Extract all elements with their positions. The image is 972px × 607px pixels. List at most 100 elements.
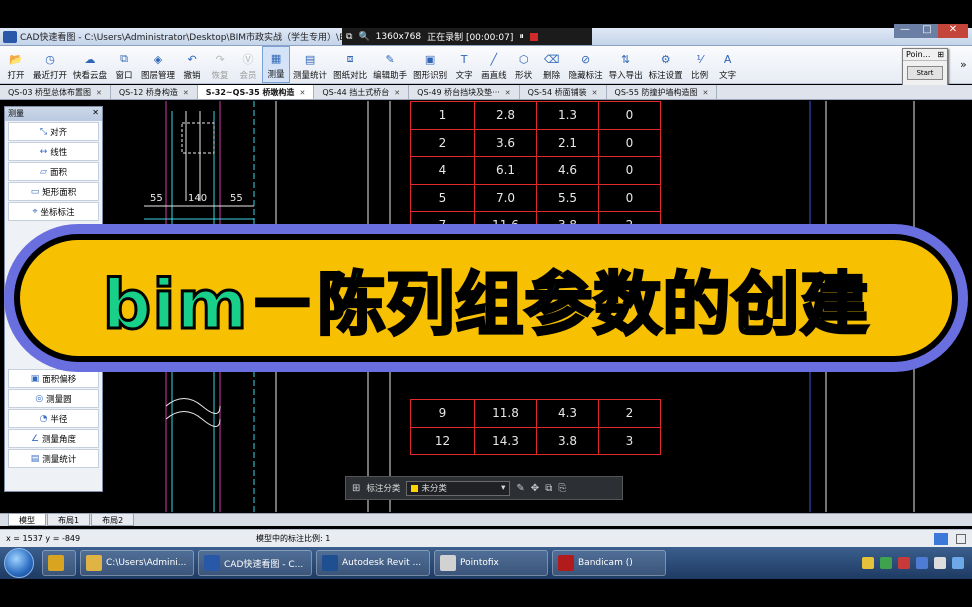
tab-label: QS-03 桥型总体布置图 [8, 88, 91, 97]
tab-2[interactable]: S-32~QS-35 桥墩构造 ✕ [197, 85, 315, 99]
taskbar-item-0[interactable] [42, 550, 76, 576]
measure-tool-label: 对齐 [50, 127, 68, 138]
maximize-button[interactable]: □ [916, 24, 938, 38]
tray-icon-5[interactable] [934, 557, 946, 569]
toolbar-button-12[interactable]: ▣ 图形识别 [410, 46, 450, 83]
recorder-pause-icon[interactable]: ⏸ [519, 32, 524, 42]
toolbar-button-16[interactable]: ⌫ 删除 [538, 46, 566, 83]
taskbar-item-5[interactable]: Bandicam () [552, 550, 666, 576]
toolbar-button-11[interactable]: ✎ 编辑助手 [370, 46, 410, 83]
move-icon[interactable]: ✥ [531, 483, 539, 494]
measure-tool-icon: ∠ [30, 433, 40, 444]
eraser-icon: ⌫ [543, 52, 560, 66]
toolbar-button-13[interactable]: T 文字 [450, 46, 478, 83]
toolbar-button-10[interactable]: ⧈ 图纸对比 [330, 46, 370, 83]
toolbar-button-18[interactable]: ⇅ 导入导出 [606, 46, 646, 83]
measure-tool-label: 线性 [50, 147, 68, 158]
category-select[interactable]: 未分类 ▾ [406, 480, 511, 496]
toolbar-label: 最近打开 [33, 71, 68, 81]
window-icon: ⧉ [120, 52, 128, 65]
status-expand-icon[interactable] [956, 533, 966, 544]
tab-close-icon[interactable]: ✕ [394, 89, 400, 97]
window-controls: — □ ✕ [894, 24, 968, 38]
tab-close-icon[interactable]: ✕ [703, 89, 709, 97]
toolbar-label: 图层管理 [141, 71, 176, 81]
tray-icon-2[interactable] [880, 557, 892, 569]
status-settings-icon[interactable] [934, 532, 948, 545]
layout-tab-1[interactable]: 布局1 [47, 514, 91, 526]
toolbar-label: 恢复 [211, 71, 229, 81]
volume-icon[interactable] [952, 557, 964, 569]
toolbar-button-9[interactable]: ▤ 测量统计 [290, 46, 330, 83]
measure-tool-items_top-1[interactable]: ↔ 线性 [8, 142, 99, 161]
toolbar-button-4[interactable]: ◈ 图层管理 [138, 46, 178, 83]
copy-icon[interactable]: ⧉ [545, 483, 552, 494]
toolbar-button-2[interactable]: ☁ 快看云盘 [70, 46, 110, 83]
taskbar: C:\Users\Admini... CAD快速看图 - C... Autodesk… [0, 547, 972, 579]
toolbar-button-3[interactable]: ⧉ 窗口 [110, 46, 138, 83]
pointofix-start-button[interactable]: Start [907, 66, 943, 80]
paste-icon[interactable]: ⎘ [558, 483, 566, 494]
toolbar-button-0[interactable]: 📂 打开 [2, 46, 30, 83]
taskbar-item-3[interactable]: Autodesk Revit ... [316, 550, 430, 576]
toolbar-button-15[interactable]: ⬡ 形状 [510, 46, 538, 83]
measure-tool-label: 半径 [50, 414, 68, 425]
toolbar-button-6[interactable]: ↷ 恢复 [206, 46, 234, 83]
measure-tool-items_bottom-3[interactable]: ∠ 测量角度 [8, 429, 99, 448]
tab-close-icon[interactable]: ✕ [505, 89, 511, 97]
measure-tool-items_bottom-4[interactable]: ▤ 测量统计 [8, 449, 99, 468]
bottom-letterbox [0, 579, 972, 607]
toolbar-button-5[interactable]: ↶ 撤销 [178, 46, 206, 83]
edit-icon[interactable]: ✎ [516, 483, 524, 494]
clock-icon: ◷ [45, 52, 55, 66]
toolbar-label: 测量统计 [293, 71, 328, 81]
taskbar-item-2[interactable]: CAD快速看图 - C... [198, 550, 312, 576]
tab-close-icon[interactable]: ✕ [183, 89, 189, 97]
toolbar-button-1[interactable]: ◷ 最近打开 [30, 46, 70, 83]
measure-tool-items_bottom-2[interactable]: ◔ 半径 [8, 409, 99, 428]
tray-icon-4[interactable] [916, 557, 928, 569]
tab-0[interactable]: QS-03 桥型总体布置图 ✕ [0, 85, 111, 99]
toolbar-button-17[interactable]: ⊘ 隐藏标注 [566, 46, 606, 83]
measure-tool-items_top-3[interactable]: ▭ 矩形面积 [8, 182, 99, 201]
recorder-stop-button[interactable] [529, 32, 538, 41]
panel-close-icon[interactable]: ✕ [92, 108, 99, 120]
tab-5[interactable]: QS-54 桥面铺装 ✕ [520, 85, 607, 99]
tab-6[interactable]: QS-55 防撞护墙构造图 ✕ [607, 85, 718, 99]
toolbar-button-21[interactable]: A 文字 [714, 46, 742, 83]
table-cell: 0 [598, 156, 661, 185]
measure-tool-items_top-2[interactable]: ▱ 面积 [8, 162, 99, 181]
minimize-button[interactable]: — [894, 24, 916, 38]
measure-tool-items_top-0[interactable]: ⤡ 对齐 [8, 122, 99, 141]
recorder-resolution: 1360x768 [375, 31, 422, 42]
taskbar-item-1[interactable]: C:\Users\Admini... [80, 550, 194, 576]
tab-close-icon[interactable]: ✕ [592, 89, 598, 97]
tab-1[interactable]: QS-12 桥身构造 ✕ [111, 85, 198, 99]
measure-tool-items_bottom-1[interactable]: ◎ 测量圆 [8, 389, 99, 408]
start-button[interactable] [4, 548, 34, 578]
recorder-window-icon[interactable]: ⧉ [346, 32, 352, 42]
layout-tab-2[interactable]: 布局2 [91, 514, 135, 526]
tab-close-icon[interactable]: ✕ [299, 89, 305, 97]
tray-icon-3[interactable] [898, 557, 910, 569]
toolbar-button-20[interactable]: ⅟ 比例 [686, 46, 714, 83]
tab-4[interactable]: QS-49 桥台挡块及垫··· ✕ [409, 85, 520, 99]
pointofix-close-icon[interactable]: ⊞ [937, 50, 944, 59]
table-cell: 1 [410, 101, 475, 130]
toolbar-button-7[interactable]: Ⓥ 会员 [234, 46, 262, 83]
toolbar-button-8[interactable]: ▦ 测量 [262, 46, 291, 83]
taskbar-item-4[interactable]: Pointofix [434, 550, 548, 576]
toolbar-label: 导入导出 [608, 71, 643, 81]
tab-close-icon[interactable]: ✕ [96, 89, 102, 97]
grid-icon[interactable]: ⊞ [352, 483, 360, 494]
close-button[interactable]: ✕ [938, 24, 968, 38]
layout-tab-model[interactable]: 模型 [8, 514, 46, 526]
toolbar-more-icon[interactable]: » [960, 58, 967, 71]
toolbar-button-19[interactable]: ⚙ 标注设置 [646, 46, 686, 83]
tray-icon-1[interactable] [862, 557, 874, 569]
redo-icon: ↷ [215, 52, 225, 66]
measure-tool-items_top-4[interactable]: ⌖ 坐标标注 [8, 202, 99, 221]
tab-3[interactable]: QS-44 挡土式桥台 ✕ [314, 85, 410, 99]
toolbar-button-14[interactable]: ╱ 画直线 [478, 46, 510, 83]
recorder-search-icon[interactable]: 🔍 [358, 32, 369, 42]
